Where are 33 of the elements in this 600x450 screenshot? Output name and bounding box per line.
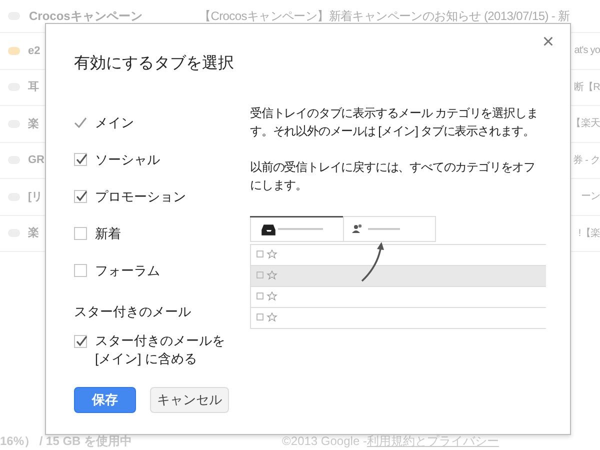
tab-option-label: 新着 xyxy=(95,224,121,243)
sender-text: e2 xyxy=(28,44,40,58)
subject-text: 【楽天 xyxy=(571,116,600,132)
checkbox[interactable] xyxy=(74,335,87,348)
subject-text: 券 - ク xyxy=(573,154,600,168)
section-heading: スター付きのメール xyxy=(74,303,192,322)
sender-text: 耳 xyxy=(28,80,39,95)
subject-text: 断【R xyxy=(574,80,600,95)
checkbox[interactable] xyxy=(74,227,87,240)
subject-text: at's yo xyxy=(574,44,600,58)
checkbox[interactable] xyxy=(74,264,87,277)
cancel-button[interactable]: キャンセル xyxy=(150,387,229,413)
checkbox[interactable] xyxy=(74,153,87,166)
save-button[interactable]: 保存 xyxy=(74,387,136,413)
tab-option-label: フォーラム xyxy=(95,262,160,280)
sender-text: 楽 xyxy=(28,116,39,132)
description-text: 受信トレイのタブに表示するメール カテゴリを選択します。それ以外のメールは [メイン] タブに表示されます。 xyxy=(250,105,539,140)
description-text: 以前の受信トレイに戻すには、すべてのカテゴリをオフにします。 xyxy=(250,159,536,194)
checkbox[interactable] xyxy=(74,190,87,203)
sender-text: [リ xyxy=(28,190,43,204)
tab-option-label: プロモーション xyxy=(95,188,186,206)
subject-text: ーン xyxy=(580,190,600,204)
sender-text: Crocosキャンペーン xyxy=(29,10,144,22)
subject-text: !【楽 xyxy=(578,226,600,241)
tab-option-label: ソーシャル xyxy=(95,150,160,169)
dialog-title: 有効にするタブを選択 xyxy=(74,54,235,74)
close-button[interactable]: × xyxy=(542,32,554,52)
tab-option-label: メイン xyxy=(95,114,134,132)
starred-option-label: [メイン] に含める xyxy=(95,350,198,368)
starred-option-label: スター付きのメールを xyxy=(95,332,225,350)
sender-text: GR xyxy=(28,153,44,168)
subject-text: 【Crocosキャンペーン】新着キャンペーンのお知らせ (2013/07/15) - 新 xyxy=(199,10,570,22)
sender-text: 楽 xyxy=(28,226,39,241)
